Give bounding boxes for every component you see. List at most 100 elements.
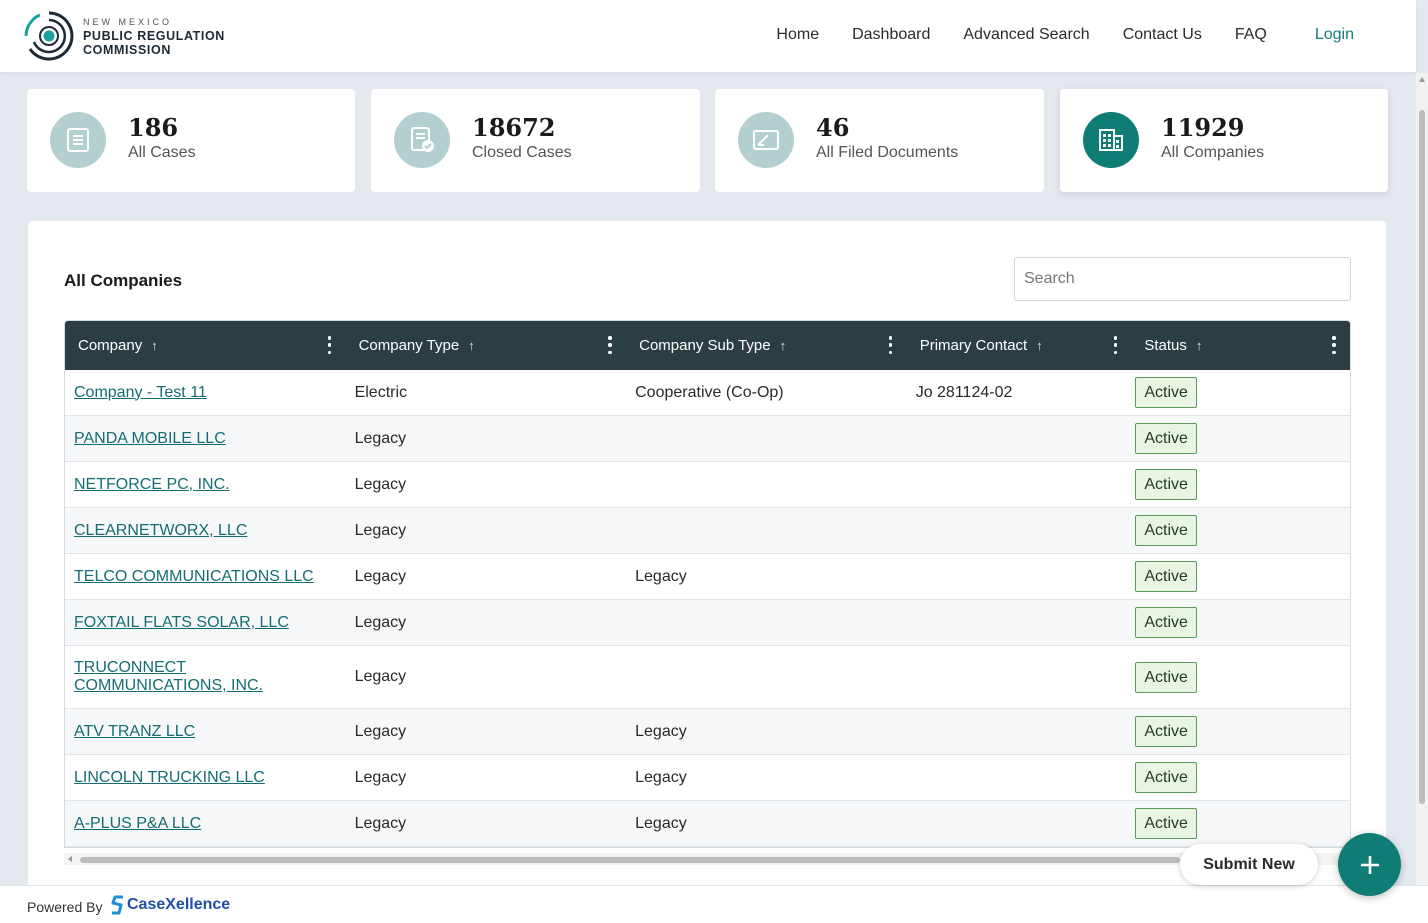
status-badge: Active: [1135, 607, 1197, 638]
status-cell: Active: [1131, 801, 1350, 846]
company-name-link[interactable]: NETFORCE PC, INC.: [74, 476, 230, 494]
sort-arrow-icon[interactable]: ↑: [151, 338, 158, 353]
table-row[interactable]: PANDA MOBILE LLC Legacy Active: [65, 416, 1350, 462]
sort-arrow-icon[interactable]: ↑: [1036, 338, 1043, 353]
column-menu-icon[interactable]: [888, 336, 893, 354]
status-badge: Active: [1135, 377, 1197, 408]
company-type-cell-text: Legacy: [354, 613, 407, 631]
vertical-scrollbar[interactable]: [1416, 73, 1428, 885]
status-cell: Active: [1131, 600, 1350, 645]
prc-logo-icon: [24, 11, 74, 61]
table-row[interactable]: ATV TRANZ LLC Legacy Legacy Active: [65, 709, 1350, 755]
scroll-up-icon[interactable]: [1419, 77, 1425, 82]
primary-contact-cell: [907, 755, 1132, 800]
company-subtype-cell-text: Legacy: [635, 768, 687, 786]
table-body: Company - Test 11 Electric Cooperative (Co…: [65, 370, 1350, 847]
casexellence-logo[interactable]: CaseXellence: [111, 895, 230, 915]
company-name-link[interactable]: Company - Test 11: [74, 384, 207, 402]
company-type-cell-text: Legacy: [354, 475, 407, 493]
stat-label: Closed Cases: [472, 144, 572, 161]
company-name-link[interactable]: LINCOLN TRUCKING LLC: [74, 769, 265, 787]
company-name-link[interactable]: A-PLUS P&A LLC: [74, 815, 201, 833]
status-badge: Active: [1135, 515, 1197, 546]
table-row[interactable]: TELCO COMMUNICATIONS LLC Legacy Legacy Acti…: [65, 554, 1350, 600]
nav-home[interactable]: Home: [776, 26, 819, 44]
column-header-company[interactable]: Company ↑: [65, 321, 346, 370]
column-header-company-type[interactable]: Company Type ↑: [346, 321, 627, 370]
status-cell: Active: [1131, 416, 1350, 461]
stat-card-all-cases[interactable]: 186 All Cases: [27, 89, 355, 192]
company-type-cell: Legacy: [346, 646, 627, 708]
nav-faq[interactable]: FAQ: [1235, 26, 1267, 44]
column-header-primary-contact[interactable]: Primary Contact ↑: [907, 321, 1132, 370]
companies-table: Company ↑ Company Type ↑ Company Sub Type ↑…: [64, 320, 1351, 848]
nav-advanced-search[interactable]: Advanced Search: [963, 26, 1089, 44]
column-header-status[interactable]: Status ↑: [1131, 321, 1350, 370]
nmprc-logo[interactable]: NEW MEXICO PUBLIC REGULATION COMMISSION: [22, 9, 225, 63]
stat-label: All Filed Documents: [816, 144, 959, 161]
horizontal-scrollbar[interactable]: [64, 853, 1351, 865]
company-type-cell-text: Legacy: [354, 722, 407, 740]
table-row[interactable]: Company - Test 11 Electric Cooperative (Co…: [65, 370, 1350, 416]
company-subtype-cell: [626, 600, 907, 645]
company-type-cell-text: Legacy: [354, 768, 407, 786]
company-type-cell: Legacy: [346, 709, 627, 754]
login-link[interactable]: Login: [1315, 26, 1354, 44]
logo-name-line2: COMMISSION: [83, 43, 171, 57]
primary-contact-cell: [907, 600, 1132, 645]
company-name-link[interactable]: CLEARNETWORX, LLC: [74, 522, 247, 540]
stat-value: 186: [128, 113, 179, 142]
sort-arrow-icon[interactable]: ↑: [1196, 338, 1203, 353]
table-header: Company ↑ Company Type ↑ Company Sub Type ↑…: [65, 321, 1350, 370]
company-name-link[interactable]: FOXTAIL FLATS SOLAR, LLC: [74, 614, 289, 632]
company-name-link[interactable]: ATV TRANZ LLC: [74, 723, 195, 741]
company-subtype-cell: Legacy: [626, 554, 907, 599]
status-cell: Active: [1131, 508, 1350, 553]
company-name-link[interactable]: TRUCONNECT COMMUNICATIONS, INC.: [74, 659, 284, 695]
column-header-company-sub-type[interactable]: Company Sub Type ↑: [626, 321, 907, 370]
company-type-cell: Electric: [346, 370, 627, 415]
status-badge: Active: [1135, 561, 1197, 592]
nav-contact-us[interactable]: Contact Us: [1123, 26, 1202, 44]
document-list-icon: [50, 112, 106, 168]
table-row[interactable]: A-PLUS P&A LLC Legacy Legacy Active: [65, 801, 1350, 847]
company-subtype-cell-text: Legacy: [635, 567, 687, 585]
status-badge: Active: [1135, 762, 1197, 793]
table-row[interactable]: NETFORCE PC, INC. Legacy Active: [65, 462, 1350, 508]
scroll-left-icon[interactable]: [68, 856, 72, 862]
primary-contact-cell: Jo 281124-02: [907, 370, 1132, 415]
status-cell: Active: [1131, 370, 1350, 415]
table-row[interactable]: TRUCONNECT COMMUNICATIONS, INC. Legacy Act…: [65, 646, 1350, 709]
company-type-cell-text: Legacy: [354, 429, 407, 447]
stat-value: 46: [816, 113, 850, 142]
nav-dashboard[interactable]: Dashboard: [852, 26, 930, 44]
company-name: FOXTAIL FLATS SOLAR, LLC: [65, 600, 346, 645]
sort-arrow-icon[interactable]: ↑: [468, 338, 475, 353]
table-row[interactable]: FOXTAIL FLATS SOLAR, LLC Legacy Active: [65, 600, 1350, 646]
company-subtype-cell: [626, 508, 907, 553]
stat-label: All Companies: [1161, 144, 1265, 161]
add-button[interactable]: [1338, 833, 1401, 896]
logo-state: NEW MEXICO: [83, 17, 173, 27]
search-input[interactable]: [1014, 257, 1351, 301]
company-subtype-cell: Cooperative (Co-Op): [626, 370, 907, 415]
table-row[interactable]: CLEARNETWORX, LLC Legacy Active: [65, 508, 1350, 554]
stat-card-all-companies[interactable]: 11929 All Companies: [1060, 89, 1388, 192]
submit-new-button[interactable]: Submit New: [1180, 844, 1318, 885]
company-subtype-cell-text: Legacy: [635, 814, 687, 832]
column-menu-icon[interactable]: [1332, 336, 1336, 354]
status-badge: Active: [1135, 661, 1197, 693]
scrollbar-thumb[interactable]: [1419, 110, 1425, 804]
column-menu-icon[interactable]: [327, 336, 332, 354]
scrollbar-thumb[interactable]: [80, 857, 1180, 863]
company-name-link[interactable]: TELCO COMMUNICATIONS LLC: [74, 568, 314, 586]
stat-card-closed-cases[interactable]: 18672 Closed Cases: [371, 89, 700, 192]
sort-arrow-icon[interactable]: ↑: [780, 338, 787, 353]
primary-contact-cell: [907, 462, 1132, 507]
table-row[interactable]: LINCOLN TRUCKING LLC Legacy Legacy Active: [65, 755, 1350, 801]
company-name-link[interactable]: PANDA MOBILE LLC: [74, 430, 226, 448]
column-menu-icon[interactable]: [1113, 336, 1118, 354]
stat-card-filed-documents[interactable]: 46 All Filed Documents: [715, 89, 1044, 192]
column-menu-icon[interactable]: [608, 336, 612, 354]
footer: Powered By CaseXellence: [0, 885, 1428, 923]
